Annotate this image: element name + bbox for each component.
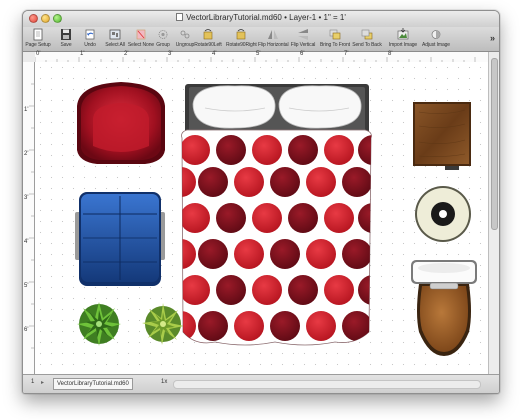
vertical-scrollbar[interactable] <box>488 52 499 375</box>
send-to-back-icon <box>361 29 373 40</box>
toolbar-label: Flip Horizontal <box>258 42 289 48</box>
flip-horizontal-icon <box>268 30 278 39</box>
ruler-label: 6' <box>24 327 29 333</box>
ruler-label: 4' <box>212 51 217 57</box>
toolbar-import-image-button[interactable]: Import Image <box>388 28 418 50</box>
ungroup-icon <box>180 30 190 39</box>
toolbar-label: Send To Back <box>352 42 382 48</box>
adjust-image-icon <box>431 30 441 39</box>
ruler-label: 4' <box>24 239 29 245</box>
toolbar-bring-to-front-button[interactable]: Bring To Front <box>320 28 350 50</box>
ruler-label: 8' <box>388 51 393 57</box>
ruler-label: 3' <box>24 195 29 201</box>
horizontal-scrollbar[interactable] <box>173 380 481 389</box>
group-icon <box>158 30 168 39</box>
toolbar-label: Adjust Image <box>422 42 450 48</box>
toolbar-label: Bring To Front <box>320 42 350 48</box>
status-bar: 1 ▸ VectorLibraryTutorial.md60 1x <box>23 374 499 393</box>
toolbar: Page Setup Save Undo Select All Select N… <box>23 27 499 52</box>
ruler-label: 3' <box>168 51 173 57</box>
toolbar-flip-vertical-button[interactable]: Flip Vertical <box>288 28 318 50</box>
toolbar-label: Import Image <box>388 42 418 48</box>
import-image-icon <box>397 28 409 40</box>
toilet[interactable] <box>411 260 477 356</box>
toolbar-label: Rotate90Right <box>226 42 257 48</box>
toolbar-overflow-button[interactable]: » <box>490 33 495 43</box>
app-window: VectorLibraryTutorial.md60 • Layer-1 • 1… <box>22 10 500 394</box>
toolbar-label: Page Setup <box>25 42 51 48</box>
bring-to-front-icon <box>329 29 341 40</box>
toolbar-adjust-image-button[interactable]: Adjust Image <box>421 28 451 50</box>
vertical-ruler[interactable]: 1' 2' 3' 4' 5' 6' <box>23 62 35 375</box>
undo-icon <box>85 29 95 40</box>
toolbar-label: Rotate90Left <box>194 42 222 48</box>
page-number[interactable]: 1 <box>31 379 34 385</box>
ruler-label: 2' <box>124 51 129 57</box>
canvas-drawing <box>75 82 477 356</box>
rotate-right-icon <box>236 29 246 40</box>
bed[interactable] <box>166 84 388 346</box>
toolbar-rotate-left-button[interactable]: Rotate90Left <box>193 28 223 50</box>
document-tab[interactable]: VectorLibraryTutorial.md60 <box>53 378 133 390</box>
page-arrow-icon[interactable]: ▸ <box>41 379 44 386</box>
toolbar-label: Flip Vertical <box>290 42 316 48</box>
ruler-label: 7' <box>344 51 349 57</box>
ruler-label: 0' <box>36 51 41 57</box>
ruler-label: 1' <box>80 51 85 57</box>
window-title: VectorLibraryTutorial.md60 • Layer-1 • 1… <box>186 13 346 22</box>
page-setup-icon <box>33 28 43 41</box>
select-none-icon <box>136 29 146 40</box>
toolbar-rotate-right-button[interactable]: Rotate90Right <box>226 28 257 50</box>
window-title-wrap: VectorLibraryTutorial.md60 • Layer-1 • 1… <box>23 13 499 22</box>
toolbar-page-setup-button[interactable]: Page Setup <box>23 28 53 50</box>
document-icon <box>176 13 184 21</box>
ruler-label: 1' <box>24 107 29 113</box>
floppy-icon <box>61 29 71 40</box>
potted-plant[interactable] <box>142 303 184 345</box>
flip-vertical-icon <box>298 29 308 40</box>
toolbar-flip-horizontal-button[interactable]: Flip Horizontal <box>258 28 289 50</box>
select-all-icon <box>109 29 121 40</box>
round-bin[interactable] <box>415 186 471 242</box>
title-bar[interactable]: VectorLibraryTutorial.md60 • Layer-1 • 1… <box>23 11 499 28</box>
armchair[interactable] <box>77 82 165 164</box>
ruler-label: 2' <box>24 151 29 157</box>
potted-plant[interactable] <box>77 302 121 346</box>
zoom-level[interactable]: 1x <box>161 379 167 385</box>
ruler-ticks <box>35 57 476 62</box>
drawing-canvas[interactable] <box>35 62 489 375</box>
vertical-scroll-thumb[interactable] <box>491 58 498 230</box>
side-table[interactable] <box>413 102 471 170</box>
ruler-label: 5' <box>256 51 261 57</box>
ruler-label: 6' <box>300 51 305 57</box>
ruler-label: 5' <box>24 283 29 289</box>
toolbar-send-to-back-button[interactable]: Send To Back <box>352 28 382 50</box>
sofa[interactable] <box>75 192 165 286</box>
rotate-left-icon <box>203 29 213 40</box>
